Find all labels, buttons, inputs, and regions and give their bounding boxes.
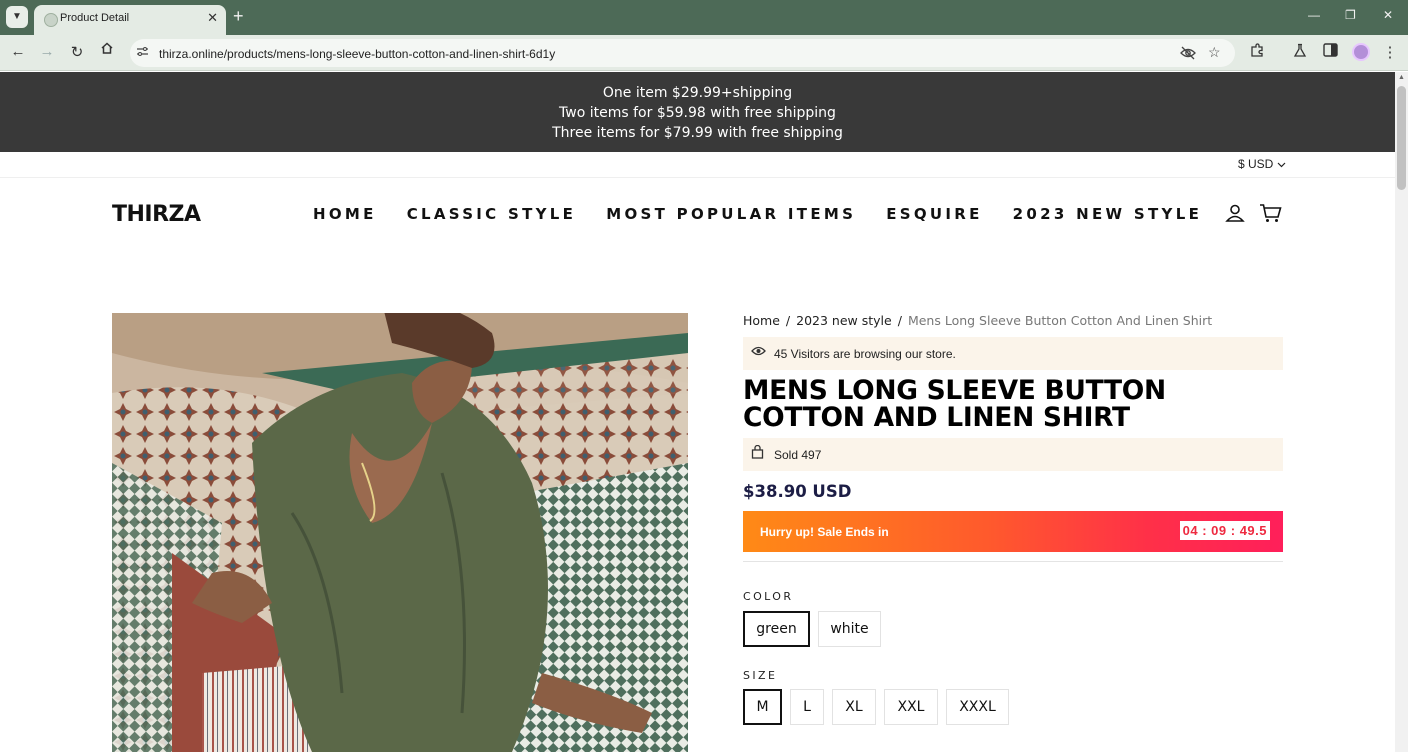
site-logo[interactable]: THIRZA [112,202,201,227]
tab-favicon-icon [44,13,58,27]
tab-search-button[interactable]: ▼ [6,6,28,28]
breadcrumb-separator: / [897,313,902,328]
breadcrumb-collection[interactable]: 2023 new style [796,313,892,328]
color-options: green white [743,611,881,647]
sale-countdown-banner: Hurry up! Sale Ends in 04 : 09 : 49.5 [743,511,1283,552]
size-option-m[interactable]: M [743,689,782,725]
minimize-icon[interactable]: — [1308,8,1320,22]
browser-titlebar: ▼ Product Detail ✕ + — ❐ ✕ [0,0,1408,35]
browser-tab[interactable]: Product Detail ✕ [34,5,226,35]
url-text: thirza.online/products/mens-long-sleeve-… [159,47,556,61]
home-icon[interactable] [97,41,117,59]
browser-menu-icon[interactable]: ⋮ [1380,43,1400,61]
reload-icon[interactable]: ↻ [67,43,87,61]
size-option-xl[interactable]: XL [832,689,876,725]
product-title: MENS LONG SLEEVE BUTTON COTTON AND LINEN… [743,375,1166,433]
scroll-up-icon[interactable]: ▲ [1398,74,1405,81]
announcement-bar: One item $29.99+shipping Two items for $… [0,72,1395,152]
window-close-icon[interactable]: ✕ [1383,8,1393,22]
divider [743,561,1283,562]
sold-notice: Sold 497 [743,438,1283,471]
breadcrumb-current: Mens Long Sleeve Button Cotton And Linen… [907,313,1213,328]
color-option-label: COLOR [743,590,794,603]
size-option-xxl[interactable]: XXL [884,689,938,725]
nav-item-2023-new-style[interactable]: 2023 NEW STYLE [1013,205,1202,223]
browser-toolbar: ← → ↻ thirza.online/products/mens-long-s… [0,35,1408,71]
nav-item-home[interactable]: HOME [313,205,377,223]
size-options: M L XL XXL XXXL [743,689,1009,725]
side-panel-icon[interactable] [1320,43,1340,61]
currency-label: $ USD [1238,157,1274,171]
forward-icon[interactable]: → [37,43,57,60]
size-option-label: SIZE [743,669,778,682]
cart-icon[interactable] [1259,203,1282,228]
chevron-down-icon [1277,157,1286,171]
announcement-line: Three items for $79.99 with free shippin… [552,125,843,141]
shopping-bag-icon [751,444,764,464]
eye-off-icon[interactable] [1180,46,1196,63]
nav-item-classic-style[interactable]: CLASSIC STYLE [407,205,577,223]
bookmark-star-icon[interactable]: ☆ [1208,44,1221,61]
back-icon[interactable]: ← [8,43,28,60]
address-bar[interactable]: thirza.online/products/mens-long-sleeve-… [130,39,1235,67]
new-tab-icon[interactable]: + [233,6,244,27]
tab-title: Product Detail [60,12,130,24]
scrollbar-thumb[interactable] [1397,86,1406,190]
visitors-text: 45 Visitors are browsing our store. [774,347,956,361]
sold-count: Sold 497 [774,448,822,462]
restore-icon[interactable]: ❐ [1345,8,1356,22]
account-icon[interactable] [1225,203,1245,228]
breadcrumb-separator: / [785,313,791,328]
breadcrumb: Home / 2023 new style / Mens Long Sleeve But… [743,313,1212,328]
main-navigation: HOME CLASSIC STYLE MOST POPULAR ITEMS ES… [313,205,1202,223]
color-option-green[interactable]: green [743,611,810,647]
product-price: $38.90 USD [743,482,852,501]
eye-icon [751,344,766,362]
countdown-timer: 04 : 09 : 49.5 [1179,521,1270,540]
sale-label: Hurry up! Sale Ends in [760,525,889,539]
color-option-white[interactable]: white [818,611,881,647]
announcement-line: One item $29.99+shipping [602,85,793,101]
divider [0,177,1395,178]
nav-item-most-popular-items[interactable]: MOST POPULAR ITEMS [606,205,856,223]
breadcrumb-home[interactable]: Home [743,313,780,328]
currency-selector[interactable]: $ USD [1238,157,1286,171]
nav-item-esquire[interactable]: ESQUIRE [886,205,982,223]
extensions-icon[interactable] [1247,43,1267,62]
visitors-notice: 45 Visitors are browsing our store. [743,337,1283,370]
labs-flask-icon[interactable] [1290,43,1310,62]
announcement-line: Two items for $59.98 with free shipping [559,105,836,121]
size-option-l[interactable]: L [790,689,824,725]
profile-avatar[interactable] [1352,43,1370,61]
size-option-xxxl[interactable]: XXXL [946,689,1009,725]
site-info-icon[interactable] [136,45,149,61]
tab-close-icon[interactable]: ✕ [207,10,218,26]
product-image[interactable] [112,313,688,752]
